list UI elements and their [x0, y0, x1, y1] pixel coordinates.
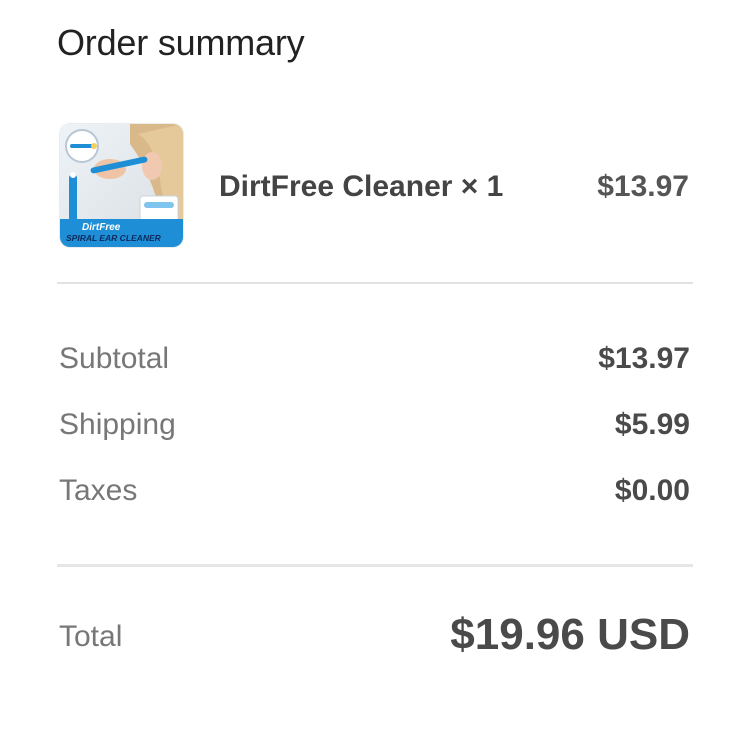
- thumbnail-brand-text: DirtFree: [82, 222, 121, 233]
- order-summary-title: Order summary: [57, 22, 305, 63]
- thumbnail-caption-text: SPIRAL EAR CLEANER: [66, 233, 162, 243]
- product-name: DirtFree Cleaner × 1: [219, 170, 504, 203]
- total-value: $19.96 USD: [450, 610, 690, 659]
- taxes-label: Taxes: [59, 474, 138, 507]
- shipping-value: $5.99: [614, 408, 690, 441]
- taxes-value: $0.00: [614, 474, 690, 507]
- product-thumbnail: DirtFree SPIRAL EAR CLEANER: [60, 124, 183, 247]
- product-price: $13.97: [597, 170, 689, 203]
- subtotal-label: Subtotal: [59, 342, 170, 375]
- subtotal-value: $13.97: [598, 342, 690, 375]
- shipping-label: Shipping: [59, 408, 176, 441]
- total-label: Total: [59, 620, 123, 653]
- divider: [57, 282, 693, 284]
- divider: [57, 564, 693, 567]
